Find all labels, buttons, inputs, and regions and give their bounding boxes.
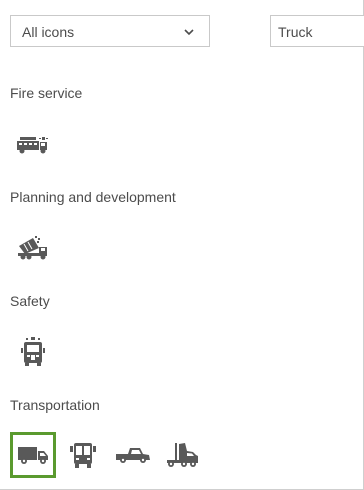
search-input-value: Truck	[278, 24, 313, 40]
category-label-transportation: Transportation	[10, 397, 100, 413]
fire-truck-icon	[17, 137, 48, 154]
icon-option-delivery-truck[interactable]	[10, 432, 56, 478]
icon-option-dump-truck[interactable]	[10, 225, 56, 271]
dump-truck-icon	[18, 236, 47, 260]
chevron-down-icon	[184, 29, 194, 36]
icon-option-fire-truck[interactable]	[10, 121, 56, 167]
icon-option-pickup-truck[interactable]	[110, 432, 156, 478]
icon-picker-panel: All icons Truck Fire service Planning an…	[0, 0, 364, 490]
emergency-vehicle-front-icon	[21, 337, 45, 366]
icon-picker-toolbar: All icons Truck	[10, 15, 364, 47]
search-input[interactable]: Truck	[270, 15, 364, 47]
category-label-safety: Safety	[10, 293, 50, 309]
icon-option-bus-front[interactable]	[60, 432, 106, 478]
delivery-truck-icon	[18, 447, 48, 464]
bus-front-icon	[70, 443, 96, 468]
icon-option-emergency-vehicle-front[interactable]	[10, 329, 56, 375]
pickup-truck-icon	[116, 448, 150, 463]
category-label-fire-service: Fire service	[10, 85, 83, 101]
category-filter-dropdown[interactable]: All icons	[10, 15, 210, 47]
category-label-planning-and-development: Planning and development	[10, 189, 176, 205]
semi-truck-icon	[167, 443, 198, 467]
category-filter-value: All icons	[22, 24, 75, 40]
icon-option-semi-truck[interactable]	[160, 432, 206, 478]
